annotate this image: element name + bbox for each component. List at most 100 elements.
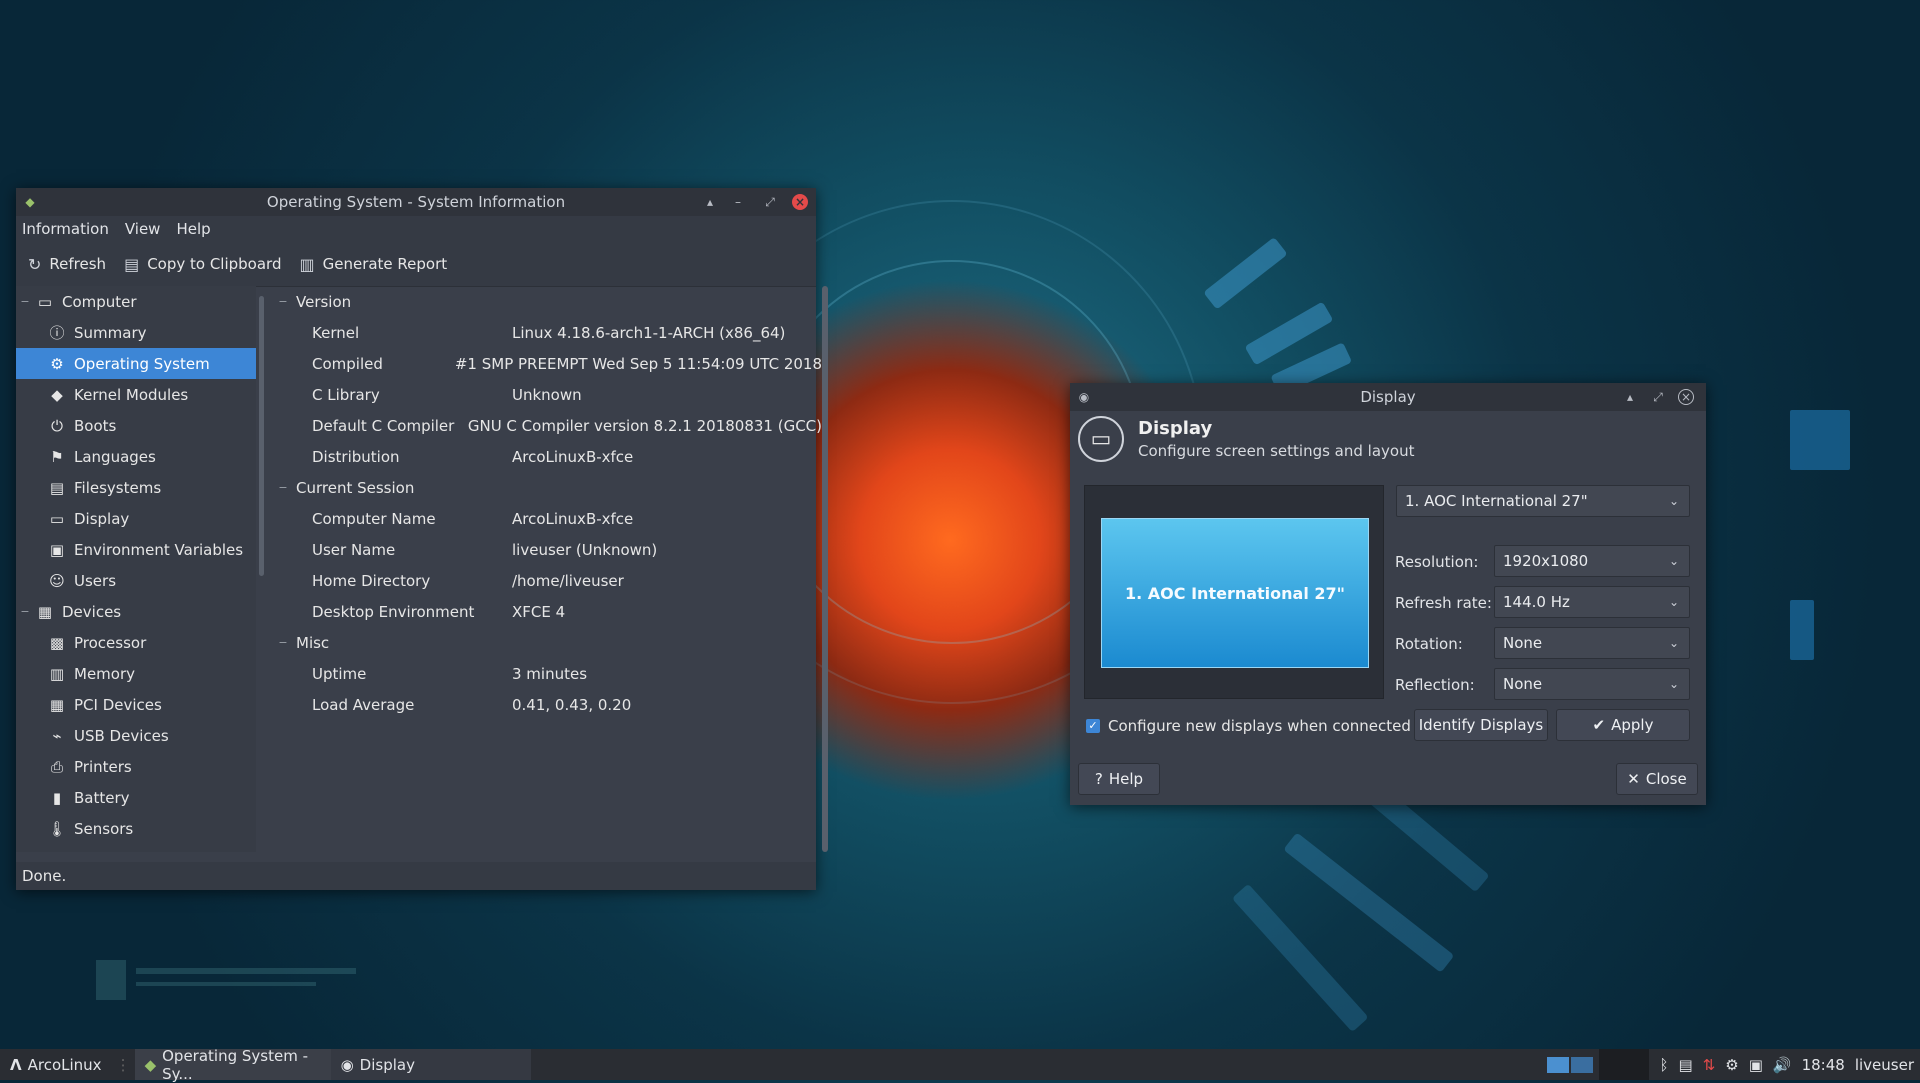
workspace-2-icon[interactable] bbox=[1571, 1056, 1594, 1073]
detail-value: #1 SMP PREEMPT Wed Sep 5 11:54:09 UTC 20… bbox=[454, 354, 822, 373]
reflection-select[interactable]: None ⌄ bbox=[1494, 668, 1690, 700]
collapse-icon[interactable]: − bbox=[270, 481, 296, 494]
gear-icon: ⚙ bbox=[50, 354, 64, 373]
collapse-icon[interactable]: − bbox=[270, 295, 296, 308]
detail-key: Compiled bbox=[312, 354, 383, 373]
maximize-icon[interactable]: ⤢ bbox=[762, 194, 778, 210]
clipboard-icon[interactable]: ▤ bbox=[1679, 1056, 1693, 1074]
output-select[interactable]: 1. AOC International 27" ⌄ bbox=[1396, 485, 1690, 517]
close-icon[interactable]: × bbox=[1678, 389, 1694, 405]
tree-item[interactable]: ▤ Filesystems bbox=[16, 472, 256, 503]
app-menu-icon[interactable]: ◉ bbox=[1076, 389, 1092, 405]
menubar: Information View Help bbox=[16, 216, 816, 242]
task-sysinfo[interactable]: ◆ Operating System - Sy... bbox=[134, 1047, 331, 1083]
tree-item[interactable]: 🌡 Sensors bbox=[16, 813, 256, 844]
monitor-tile[interactable]: 1. AOC International 27" bbox=[1101, 518, 1369, 668]
resolution-select[interactable]: 1920x1080 ⌄ bbox=[1494, 545, 1690, 577]
detail-row[interactable]: Uptime 3 minutes bbox=[270, 658, 822, 689]
detail-row[interactable]: User Name liveuser (Unknown) bbox=[270, 534, 822, 565]
collapse-icon[interactable]: − bbox=[16, 605, 34, 618]
status-bar: Done. bbox=[16, 862, 816, 890]
tree-item-label: Environment Variables bbox=[74, 540, 244, 559]
tree-item[interactable]: ⎙ Printers bbox=[16, 751, 256, 782]
generate-report-button[interactable]: ▥ Generate Report bbox=[299, 255, 447, 274]
workspace-1-icon[interactable] bbox=[1547, 1056, 1570, 1073]
maximize-icon[interactable]: ⤢ bbox=[1650, 389, 1666, 405]
tree-scrollbar[interactable] bbox=[259, 296, 264, 576]
clock[interactable]: 18:48 bbox=[1802, 1056, 1845, 1074]
task-display[interactable]: ◉ Display bbox=[330, 1049, 531, 1080]
close-button[interactable]: ✕ Close bbox=[1616, 763, 1698, 795]
detail-row[interactable]: C Library Unknown bbox=[270, 379, 822, 410]
tree-item[interactable]: ☺ Users bbox=[16, 565, 256, 596]
refresh-rate-select[interactable]: 144.0 Hz ⌄ bbox=[1494, 586, 1690, 618]
detail-row[interactable]: Compiled #1 SMP PREEMPT Wed Sep 5 11:54:0… bbox=[270, 348, 822, 379]
tree-item[interactable]: − ▭ Computer bbox=[16, 286, 256, 317]
menu-view[interactable]: View bbox=[125, 220, 161, 238]
help-button[interactable]: ? Help bbox=[1078, 763, 1160, 795]
chevron-down-icon: ⌄ bbox=[1668, 636, 1679, 650]
rotation-select[interactable]: None ⌄ bbox=[1494, 627, 1690, 659]
tree-item-label: Devices bbox=[62, 602, 122, 621]
identify-displays-button[interactable]: Identify Displays bbox=[1414, 709, 1548, 741]
tree-item[interactable]: ▮ Battery bbox=[16, 782, 256, 813]
tree-item[interactable]: ◆ Kernel Modules bbox=[16, 379, 256, 410]
tree-item[interactable]: ⚑ Languages bbox=[16, 441, 256, 472]
app-menu-button[interactable]: Λ ArcoLinux bbox=[0, 1049, 112, 1080]
app-menu-icon[interactable]: ◆ bbox=[22, 194, 38, 210]
module-icon: ◆ bbox=[51, 385, 63, 404]
display-titlebar[interactable]: ◉ Display ▴ ⤢ × bbox=[1070, 383, 1706, 411]
detail-row[interactable]: Kernel Linux 4.18.6-arch1-1-ARCH (x86_64) bbox=[270, 317, 822, 348]
detail-row[interactable]: Default C Compiler GNU C Compiler version… bbox=[270, 410, 822, 441]
volume-icon[interactable]: 🔊 bbox=[1773, 1056, 1792, 1074]
tree-item[interactable]: ▩ Processor bbox=[16, 627, 256, 658]
details-section[interactable]: − Current Session bbox=[270, 472, 822, 503]
details-section[interactable]: − Version bbox=[270, 286, 822, 317]
collapse-icon[interactable]: − bbox=[270, 636, 296, 649]
detail-row[interactable]: Computer Name ArcoLinuxB-xfce bbox=[270, 503, 822, 534]
configure-new-displays-checkbox[interactable]: ✓ Configure new displays when connected bbox=[1086, 717, 1411, 735]
settings-gear-icon[interactable]: ⚙ bbox=[1725, 1056, 1738, 1074]
refresh-label: Refresh bbox=[49, 255, 107, 273]
tree-item[interactable]: ⌁ USB Devices bbox=[16, 720, 256, 751]
close-icon[interactable]: × bbox=[792, 194, 808, 210]
apply-button[interactable]: ✔ Apply bbox=[1556, 709, 1690, 741]
details-section[interactable]: − Misc bbox=[270, 627, 822, 658]
detail-row[interactable]: Distribution ArcoLinuxB-xfce bbox=[270, 441, 822, 472]
detail-row[interactable]: Desktop Environment XFCE 4 bbox=[270, 596, 822, 627]
tree-item[interactable]: ⓘ Summary bbox=[16, 317, 256, 348]
screenshot-icon[interactable]: ▣ bbox=[1749, 1056, 1763, 1074]
tree-item[interactable]: ⚙ Operating System bbox=[16, 348, 256, 379]
display-dialog: ◉ Display ▴ ⤢ × ▭ Display Configure scre… bbox=[1070, 383, 1706, 805]
tree-item[interactable]: ▣ Environment Variables bbox=[16, 534, 256, 565]
user-name[interactable]: liveuser bbox=[1855, 1056, 1914, 1074]
details-scrollbar[interactable] bbox=[822, 286, 828, 852]
flag-icon: ⚑ bbox=[50, 447, 64, 466]
tree-item[interactable]: ▦ PCI Devices bbox=[16, 689, 256, 720]
tree-item[interactable]: − ▦ Devices bbox=[16, 596, 256, 627]
menu-help[interactable]: Help bbox=[176, 220, 210, 238]
menu-information[interactable]: Information bbox=[22, 220, 109, 238]
refresh-button[interactable]: ↻ Refresh bbox=[28, 255, 106, 274]
update-icon[interactable]: ⇅ bbox=[1703, 1056, 1716, 1074]
board-icon: ▦ bbox=[37, 602, 53, 621]
tree-item-label: Memory bbox=[74, 664, 136, 683]
detail-value: 0.41, 0.43, 0.20 bbox=[512, 695, 632, 714]
shade-icon[interactable]: ▴ bbox=[702, 194, 718, 210]
bluetooth-icon[interactable]: ᛒ bbox=[1659, 1056, 1668, 1074]
shade-icon[interactable]: ▴ bbox=[1622, 389, 1638, 405]
system-tray: ᛒ ▤ ⇅ ⚙ ▣ 🔊 18:48 liveuser bbox=[1537, 1049, 1914, 1080]
detail-row[interactable]: Load Average 0.41, 0.43, 0.20 bbox=[270, 689, 822, 720]
tree-item[interactable]: ▭ Display bbox=[16, 503, 256, 534]
detail-row[interactable]: Home Directory/home/liveuser bbox=[270, 565, 822, 596]
tree-item[interactable]: ▥ Memory bbox=[16, 658, 256, 689]
tree-item[interactable]: ⏻ Boots bbox=[16, 410, 256, 441]
minimize-icon[interactable]: – bbox=[730, 194, 746, 210]
workspace-blank[interactable] bbox=[1599, 1049, 1650, 1080]
copy-clipboard-button[interactable]: ▤ Copy to Clipboard bbox=[124, 255, 281, 274]
tree-item-label: Battery bbox=[74, 788, 130, 807]
collapse-icon[interactable]: − bbox=[16, 295, 34, 308]
tree-item[interactable]: ⌨ Input Devices bbox=[16, 844, 256, 853]
sysinfo-titlebar[interactable]: ◆ Operating System - System Information … bbox=[16, 188, 816, 216]
detail-key: Distribution bbox=[312, 447, 400, 466]
